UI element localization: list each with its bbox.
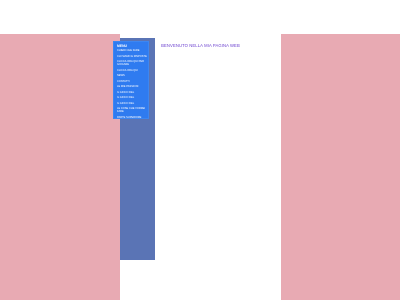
menu-item[interactable]: LE COSE CHE VORREI FARE <box>117 107 147 113</box>
menu-item[interactable]: NEWS <box>117 74 147 77</box>
menu-item[interactable]: PARTE SUPERIORE <box>117 116 147 119</box>
menu-list: CHIEDI CHE FARE CHI SIAMO E RISPOSTE CLI… <box>117 49 147 121</box>
menu-item[interactable]: IL GIOCO DEL <box>117 96 147 99</box>
menu-item[interactable]: IL GIOCO DEL <box>117 102 147 105</box>
menu-title: MENU <box>117 44 127 48</box>
navigation-menu: MENU CHIEDI CHE FARE CHI SIAMO E RISPOST… <box>114 42 148 121</box>
menu-item[interactable]: CHIEDI CHE FARE <box>117 49 147 52</box>
menu-item[interactable]: CLICCA ORA QUI PER GIOCARE <box>117 60 147 66</box>
menu-item[interactable]: CHI SIAMO E RISPOSTE <box>117 55 147 58</box>
menu-item[interactable]: CLICCA ORA QUI <box>117 69 147 72</box>
menu-item[interactable]: IL GIOCO DEL <box>117 91 147 94</box>
menu-item[interactable]: CONTATTI <box>117 80 147 83</box>
browser-top-area <box>0 0 400 34</box>
menu-item[interactable]: LE MIE PASSIONI <box>117 85 147 88</box>
